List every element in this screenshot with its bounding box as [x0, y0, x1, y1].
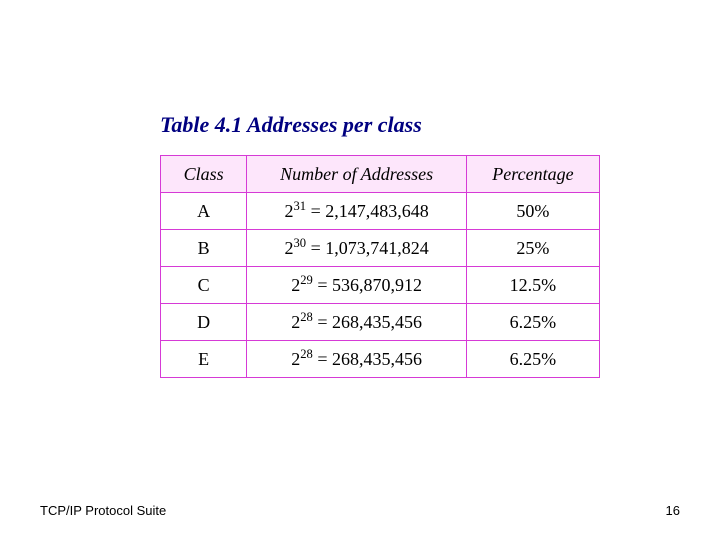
cell-class: E: [161, 341, 247, 378]
table-row: C 229 = 536,870,912 12.5%: [161, 267, 600, 304]
exponent: 30: [293, 236, 306, 250]
cell-number: 231 = 2,147,483,648: [247, 193, 467, 230]
table-row: D 228 = 268,435,456 6.25%: [161, 304, 600, 341]
table-header-row: Class Number of Addresses Percentage: [161, 156, 600, 193]
cell-number: 228 = 268,435,456: [247, 341, 467, 378]
table-row: A 231 = 2,147,483,648 50%: [161, 193, 600, 230]
value: 268,435,456: [332, 349, 422, 369]
exponent: 28: [300, 347, 313, 361]
cell-class: C: [161, 267, 247, 304]
value: 536,870,912: [332, 275, 422, 295]
cell-class: A: [161, 193, 247, 230]
cell-class: B: [161, 230, 247, 267]
exponent: 28: [300, 310, 313, 324]
header-number: Number of Addresses: [247, 156, 467, 193]
table: Class Number of Addresses Percentage A 2…: [160, 155, 600, 378]
cell-number: 230 = 1,073,741,824: [247, 230, 467, 267]
value: 268,435,456: [332, 312, 422, 332]
header-percentage: Percentage: [466, 156, 599, 193]
cell-percentage: 6.25%: [466, 304, 599, 341]
exponent: 31: [293, 199, 306, 213]
table-row: E 228 = 268,435,456 6.25%: [161, 341, 600, 378]
footer-source: TCP/IP Protocol Suite: [40, 503, 166, 518]
cell-percentage: 6.25%: [466, 341, 599, 378]
cell-percentage: 25%: [466, 230, 599, 267]
value: 1,073,741,824: [325, 238, 429, 258]
exponent: 29: [300, 273, 313, 287]
cell-percentage: 50%: [466, 193, 599, 230]
cell-class: D: [161, 304, 247, 341]
slide: Table 4.1 Addresses per class Class Numb…: [0, 0, 720, 540]
cell-percentage: 12.5%: [466, 267, 599, 304]
value: 2,147,483,648: [325, 201, 429, 221]
cell-number: 228 = 268,435,456: [247, 304, 467, 341]
page-number: 16: [666, 503, 680, 518]
header-class: Class: [161, 156, 247, 193]
address-class-table: Class Number of Addresses Percentage A 2…: [160, 155, 600, 378]
table-row: B 230 = 1,073,741,824 25%: [161, 230, 600, 267]
cell-number: 229 = 536,870,912: [247, 267, 467, 304]
table-caption: Table 4.1 Addresses per class: [160, 112, 422, 138]
